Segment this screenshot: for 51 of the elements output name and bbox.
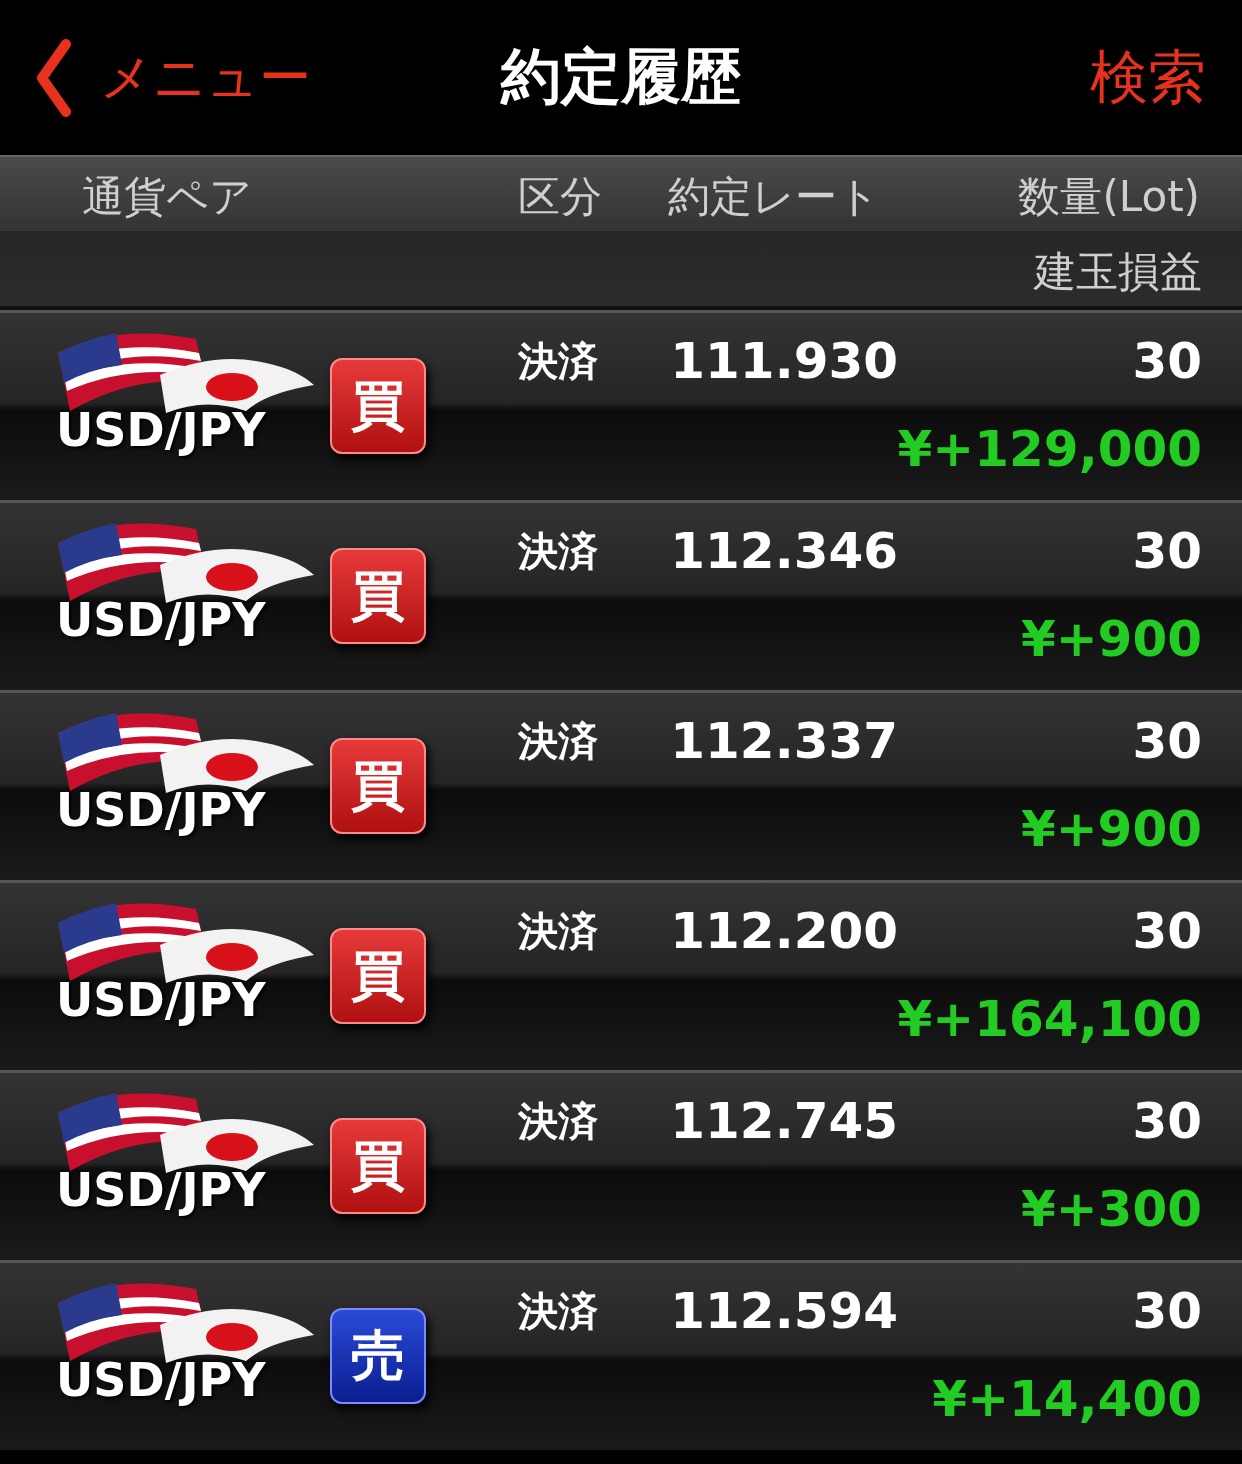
side-badge: 買 (330, 358, 426, 454)
trade-type: 決済 (518, 716, 599, 766)
currency-pair: USD/JPY (56, 593, 267, 647)
trade-row[interactable]: USD/JPY 買 決済 112.745 30 ¥+300 (0, 1070, 1242, 1260)
trade-row[interactable]: USD/JPY 買 決済 112.200 30 ¥+164,100 (0, 880, 1242, 1070)
currency-pair: USD/JPY (56, 1353, 267, 1407)
trade-row[interactable]: USD/JPY 買 決済 111.930 30 ¥+129,000 (0, 310, 1242, 500)
profit-loss: ¥+300 (1020, 1180, 1202, 1238)
profit-loss: ¥+14,400 (932, 1370, 1202, 1428)
column-heading: 建玉損益 (1034, 246, 1202, 298)
trade-rate: 112.337 (669, 712, 898, 770)
trade-rate: 112.594 (669, 1282, 898, 1340)
trade-row[interactable]: USD/JPY 買 決済 112.337 30 ¥+900 (0, 690, 1242, 880)
currency-pair: USD/JPY (56, 1163, 267, 1217)
lot-quantity: 30 (1132, 332, 1202, 390)
lot-quantity: 30 (1132, 1092, 1202, 1150)
currency-pair: USD/JPY (56, 973, 267, 1027)
side-badge: 買 (330, 548, 426, 644)
side-badge: 買 (330, 1118, 426, 1214)
back-icon (34, 37, 74, 118)
side-badge: 売 (330, 1308, 426, 1404)
lot-quantity: 30 (1132, 712, 1202, 770)
currency-pair: USD/JPY (56, 783, 267, 837)
trade-rate: 112.200 (669, 902, 898, 960)
trade-row[interactable]: USD/JPY 売 決済 112.594 30 ¥+14,400 (0, 1260, 1242, 1450)
search-button[interactable]: 検索 (1090, 38, 1206, 117)
screen-title: 約定履歴 (499, 40, 742, 113)
side-badge: 買 (330, 738, 426, 834)
trade-rate: 112.745 (669, 1092, 898, 1150)
lot-quantity: 30 (1132, 1282, 1202, 1340)
back-button[interactable]: メニュー (34, 37, 311, 118)
profit-loss: ¥+164,100 (897, 990, 1202, 1048)
column-heading: 通貨ペア (82, 171, 253, 223)
currency-pair: USD/JPY (56, 403, 267, 457)
trade-type: 決済 (518, 906, 599, 956)
column-heading: 数量(Lot) (1018, 171, 1200, 223)
trade-type: 決済 (518, 1286, 599, 1336)
trade-type: 決済 (518, 336, 599, 386)
trade-row[interactable]: USD/JPY 買 決済 112.346 30 ¥+900 (0, 500, 1242, 690)
column-heading: 区分 (518, 171, 603, 223)
profit-loss: ¥+129,000 (897, 420, 1202, 478)
trade-type: 決済 (518, 526, 599, 576)
lot-quantity: 30 (1132, 902, 1202, 960)
profit-loss: ¥+900 (1020, 800, 1202, 858)
profit-loss: ¥+900 (1020, 610, 1202, 668)
lot-quantity: 30 (1132, 522, 1202, 580)
trade-type: 決済 (518, 1096, 599, 1146)
side-badge: 買 (330, 928, 426, 1024)
trade-rate: 111.930 (669, 332, 898, 390)
trade-rate: 112.346 (669, 522, 898, 580)
column-heading: 約定レート (668, 171, 881, 223)
